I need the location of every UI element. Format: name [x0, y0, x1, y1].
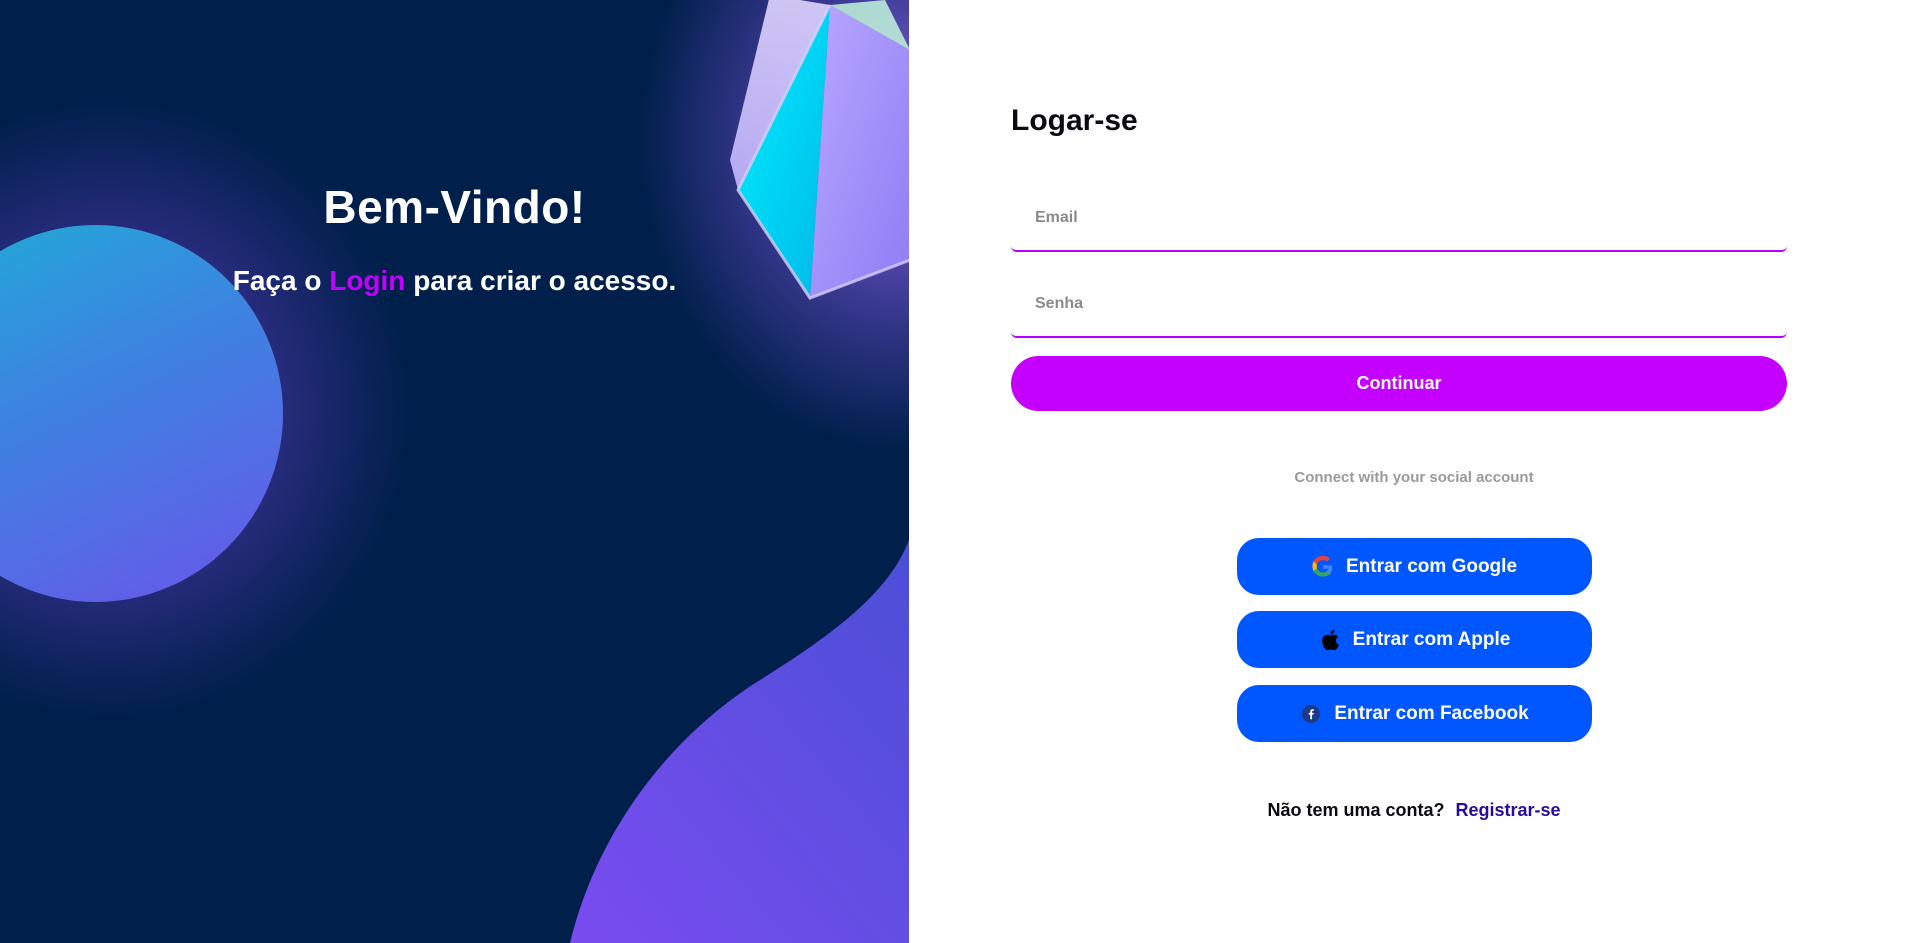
apple-icon: [1319, 629, 1341, 651]
signup-prompt-text: Não tem uma conta?: [1267, 800, 1445, 820]
facebook-icon: [1300, 703, 1322, 725]
password-input[interactable]: [1011, 272, 1787, 336]
continue-button[interactable]: Continuar: [1011, 356, 1787, 411]
email-input[interactable]: [1011, 186, 1787, 250]
register-link[interactable]: Registrar-se: [1456, 800, 1561, 820]
google-login-label: Entrar com Google: [1345, 555, 1518, 577]
google-icon: [1312, 555, 1334, 578]
password-field-wrapper: [1011, 272, 1787, 338]
hero-panel: Bem-Vindo! Faça o Login para criar o ace…: [0, 0, 909, 943]
facebook-login-label: Entrar com Facebook: [1334, 702, 1529, 724]
decorative-crystal: [730, 0, 909, 300]
welcome-subtitle-prefix: Faça o: [232, 265, 330, 296]
apple-login-label: Entrar com Apple: [1352, 628, 1511, 650]
signup-prompt: Não tem uma conta? Registrar-se: [1011, 800, 1817, 821]
login-title: Logar-se: [1011, 104, 1138, 137]
facebook-login-button[interactable]: Entrar com Facebook: [1237, 685, 1592, 742]
email-field-wrapper: [1011, 186, 1787, 252]
welcome-subtitle-accent: Login: [329, 265, 406, 296]
welcome-subtitle: Faça o Login para criar o acesso.: [0, 265, 909, 297]
apple-login-button[interactable]: Entrar com Apple: [1237, 611, 1592, 668]
google-login-button[interactable]: Entrar com Google: [1237, 538, 1592, 595]
social-caption: Connect with your social account: [1294, 469, 1534, 486]
welcome-subtitle-suffix: para criar o acesso.: [405, 265, 677, 296]
welcome-title: Bem-Vindo!: [323, 181, 586, 233]
